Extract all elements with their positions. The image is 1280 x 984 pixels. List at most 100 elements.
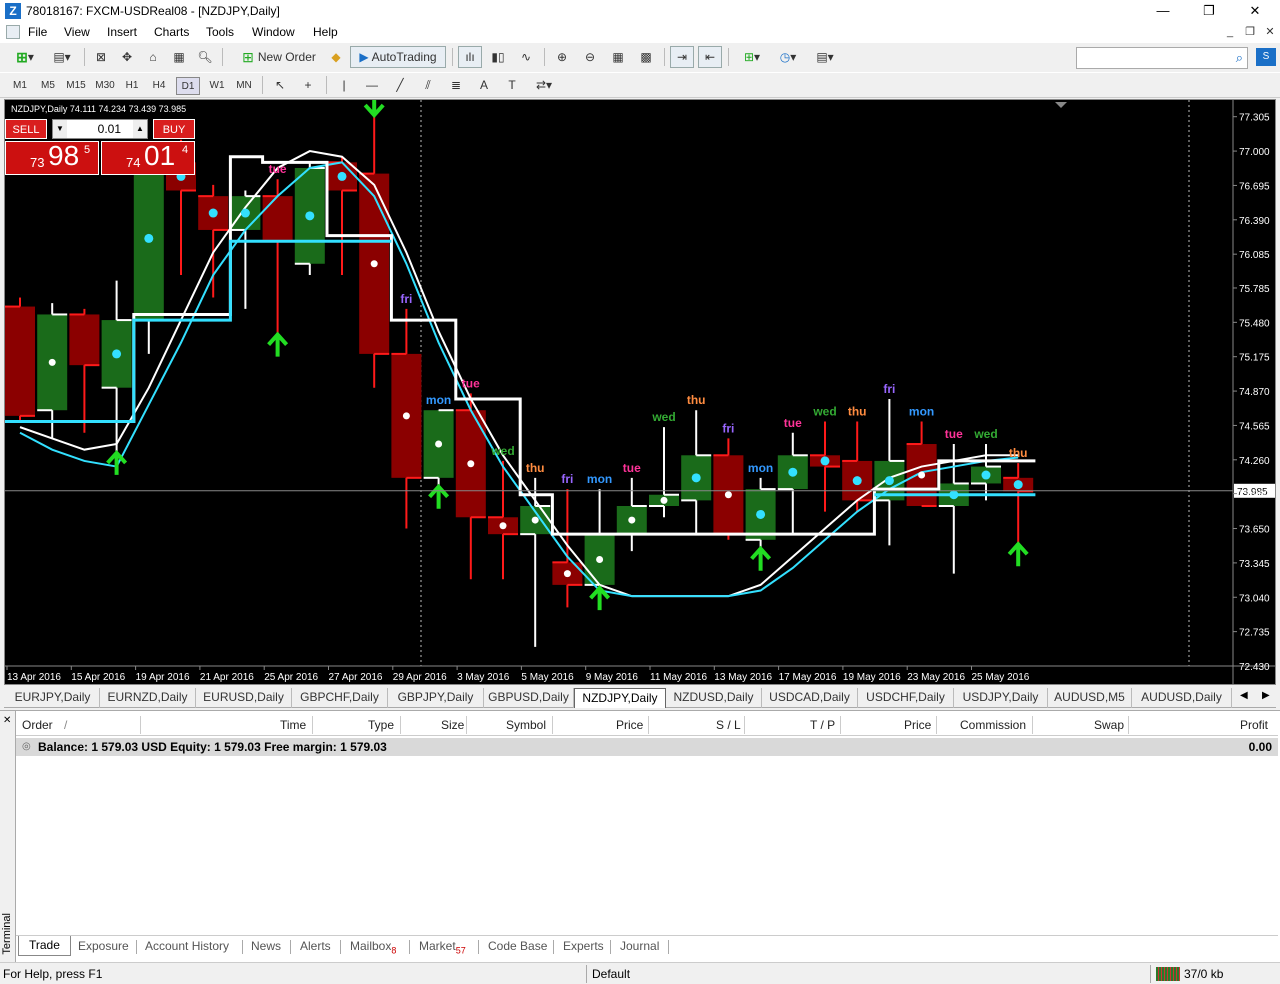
timeframe-m30[interactable]: M30 xyxy=(91,77,119,95)
col-time[interactable]: Time xyxy=(280,718,306,732)
tab-experts[interactable]: Experts xyxy=(563,939,604,953)
col-symbol[interactable]: Symbol xyxy=(506,718,546,732)
col-profit[interactable]: Profit xyxy=(1240,718,1268,732)
menu-help[interactable]: Help xyxy=(313,25,338,39)
lot-value[interactable]: 0.01 xyxy=(73,122,121,136)
col-type[interactable]: Type xyxy=(368,718,394,732)
tab-exposure[interactable]: Exposure xyxy=(78,939,129,953)
tab-account-history[interactable]: Account History xyxy=(145,939,229,953)
horizontal-line-icon[interactable]: — xyxy=(360,74,384,96)
auto-scroll-icon[interactable]: ⇥ xyxy=(670,46,694,68)
menu-file[interactable]: File xyxy=(28,25,47,39)
timeframe-h1[interactable]: H1 xyxy=(120,77,144,95)
tab-market[interactable]: Market57 xyxy=(419,939,466,955)
tab-eurusd-daily[interactable]: EURUSD,Daily xyxy=(196,688,292,708)
vertical-line-icon[interactable]: | xyxy=(332,74,356,96)
new-chart-icon[interactable]: ⊞ ▾ xyxy=(8,46,42,68)
col-tp[interactable]: T / P xyxy=(810,718,835,732)
lot-size-input[interactable]: ▼ 0.01 ▲ xyxy=(52,119,148,139)
price-chart[interactable]: thutuefrimontuewedthufrimontuewedthufrim… xyxy=(4,99,1276,685)
menu-window[interactable]: Window xyxy=(252,25,295,39)
tab-eurjpy-daily[interactable]: EURJPY,Daily xyxy=(6,688,100,708)
mdi-close-button[interactable]: ✕ xyxy=(1262,24,1278,40)
arrows-icon[interactable]: ⇄▾ xyxy=(528,74,560,96)
timeframe-w1[interactable]: W1 xyxy=(205,77,229,95)
search-icon[interactable]: ⌕ xyxy=(1236,50,1243,66)
equidistant-channel-icon[interactable]: ⫽ xyxy=(416,74,440,96)
line-chart-icon[interactable]: ∿ xyxy=(514,46,538,68)
tab-eurnzd-daily[interactable]: EURNZD,Daily xyxy=(100,688,196,708)
mdi-minimize-button[interactable]: _ xyxy=(1222,24,1238,40)
tab-journal[interactable]: Journal xyxy=(620,939,659,953)
tab-mailbox[interactable]: Mailbox8 xyxy=(350,939,396,955)
community-icon[interactable]: S xyxy=(1256,48,1276,66)
market-watch-icon[interactable]: ⊠ xyxy=(90,46,112,68)
indicators-icon[interactable]: ⊞ ▾ xyxy=(736,46,768,68)
fibonacci-icon[interactable]: ≣ xyxy=(444,74,468,96)
tab-nzdusd-daily[interactable]: NZDUSD,Daily xyxy=(666,688,762,708)
mdi-chart-icon[interactable] xyxy=(6,25,20,39)
profiles-icon[interactable]: ▤▾ xyxy=(46,46,78,68)
search-input[interactable]: ⌕ xyxy=(1076,47,1248,69)
navigator-icon[interactable]: ⌂ xyxy=(142,46,164,68)
menu-tools[interactable]: Tools xyxy=(206,25,234,39)
tab-gbpchf-daily[interactable]: GBPCHF,Daily xyxy=(292,688,388,708)
col-order[interactable]: Order xyxy=(22,718,53,732)
col-swap[interactable]: Swap xyxy=(1094,718,1124,732)
templates-icon[interactable]: ▤▾ xyxy=(808,46,842,68)
periods-icon[interactable]: ◷ ▾ xyxy=(772,46,804,68)
text-tool-icon[interactable]: A xyxy=(472,74,496,96)
mdi-restore-button[interactable]: ❐ xyxy=(1242,24,1258,40)
tile-windows-icon[interactable]: ▦ xyxy=(606,46,630,68)
text-label-icon[interactable]: T xyxy=(500,74,524,96)
tab-gbpusd-daily[interactable]: GBPUSD,Daily xyxy=(484,688,574,708)
tester-icon[interactable]: 🔍︎ xyxy=(194,46,216,68)
col-size[interactable]: Size xyxy=(441,718,464,732)
sell-button[interactable]: SELL xyxy=(5,119,47,139)
tab-usdcad-daily[interactable]: USDCAD,Daily xyxy=(762,688,858,708)
grid-icon[interactable]: ▩ xyxy=(634,46,658,68)
timeframe-m5[interactable]: M5 xyxy=(36,77,60,95)
new-order-button[interactable]: ⊞ New Order xyxy=(236,46,322,68)
tab-audusd-daily[interactable]: AUDUSD,Daily xyxy=(1132,688,1232,708)
timeframe-h4[interactable]: H4 xyxy=(147,77,171,95)
menu-charts[interactable]: Charts xyxy=(154,25,189,39)
sell-price-box[interactable]: 73 98 5 xyxy=(5,140,99,175)
close-button[interactable]: ✕ xyxy=(1232,0,1278,22)
crosshair-icon[interactable]: + xyxy=(296,74,320,96)
minimize-button[interactable]: — xyxy=(1140,0,1186,22)
tab-alerts[interactable]: Alerts xyxy=(300,939,331,953)
col-price[interactable]: Price xyxy=(616,718,643,732)
tab-audusd-m5[interactable]: AUDUSD,M5 xyxy=(1048,688,1132,708)
buy-button[interactable]: BUY xyxy=(153,119,195,139)
timeframe-d1[interactable]: D1 xyxy=(176,77,200,95)
bar-chart-icon[interactable]: ılı xyxy=(458,46,482,68)
tab-news[interactable]: News xyxy=(251,939,281,953)
lot-dropdown-icon[interactable]: ▼ xyxy=(53,120,67,138)
tab-usdchf-daily[interactable]: USDCHF,Daily xyxy=(858,688,954,708)
lot-up-icon[interactable]: ▲ xyxy=(133,120,147,138)
terminal-close-icon[interactable]: ✕ xyxy=(3,715,11,726)
col-price-current[interactable]: Price xyxy=(904,718,931,732)
cursor-icon[interactable]: ↖ xyxy=(268,74,292,96)
balance-row[interactable]: ◎ Balance: 1 579.03 USD Equity: 1 579.03… xyxy=(16,738,1278,756)
candlestick-icon[interactable]: ▮▯ xyxy=(486,46,510,68)
tabs-scroll-left-icon[interactable]: ◀ xyxy=(1240,690,1248,701)
zoom-in-icon[interactable]: ⊕ xyxy=(550,46,574,68)
metaeditor-icon[interactable]: ◆ xyxy=(326,46,346,68)
timeframe-m1[interactable]: M1 xyxy=(8,77,32,95)
data-window-icon[interactable]: ✥ xyxy=(116,46,138,68)
menu-view[interactable]: View xyxy=(64,25,90,39)
trendline-icon[interactable]: ╱ xyxy=(388,74,412,96)
autotrading-button[interactable]: ▶ AutoTrading xyxy=(350,46,446,68)
buy-price-box[interactable]: 74 01 4 xyxy=(101,140,195,175)
col-commission[interactable]: Commission xyxy=(960,718,1026,732)
zoom-out-icon[interactable]: ⊖ xyxy=(578,46,602,68)
terminal-icon[interactable]: ▦ xyxy=(168,46,190,68)
menu-insert[interactable]: Insert xyxy=(107,25,137,39)
maximize-button[interactable]: ❐ xyxy=(1186,0,1232,22)
col-sl[interactable]: S / L xyxy=(716,718,741,732)
tab-trade[interactable]: Trade xyxy=(18,936,71,956)
tab-code-base[interactable]: Code Base xyxy=(488,939,547,953)
chart-shift-icon[interactable]: ⇤ xyxy=(698,46,722,68)
